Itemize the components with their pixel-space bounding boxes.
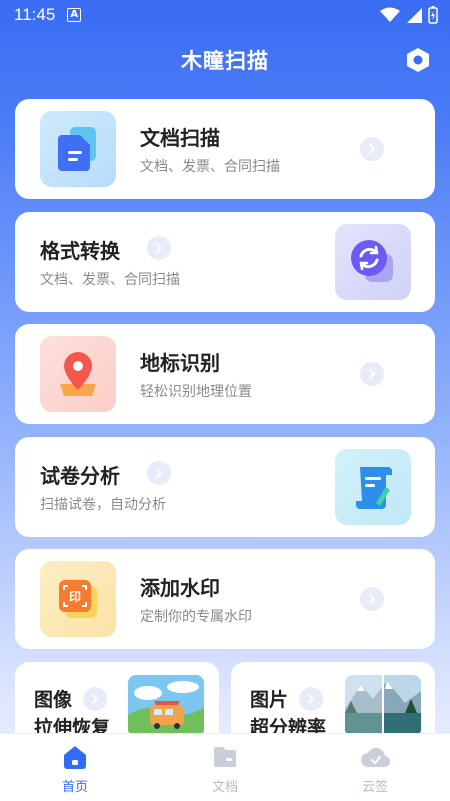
chevron-right-icon[interactable] xyxy=(147,461,171,485)
cloud-icon xyxy=(361,748,390,768)
tab-label: 云签 xyxy=(361,780,388,795)
document-scan-tile xyxy=(40,111,116,187)
tab-home[interactable]: 首页 xyxy=(45,742,105,795)
card-subtitle: 定制你的专属水印 xyxy=(140,609,252,625)
card-title: 地标识别 xyxy=(140,351,220,375)
settings-hexagon-icon[interactable] xyxy=(404,46,432,74)
card-title: 文档扫描 xyxy=(140,126,220,150)
folder-icon xyxy=(214,747,236,767)
status-time: 11:45 xyxy=(14,5,56,24)
document-icon xyxy=(58,127,96,171)
card-title: 试卷分析 xyxy=(40,464,120,488)
status-icons xyxy=(380,6,438,24)
stamp-icon: 印 xyxy=(59,580,97,618)
card-subtitle: 轻松识别地理位置 xyxy=(140,384,252,400)
battery-icon xyxy=(428,6,438,24)
card-exam-analysis[interactable]: 试卷分析 扫描试卷，自动分析 xyxy=(15,437,435,537)
card-title: 添加水印 xyxy=(140,576,220,600)
format-convert-tile xyxy=(335,224,411,300)
card-format-convert[interactable]: 格式转换 文档、发票、合同扫描 xyxy=(15,212,435,312)
location-pin-icon xyxy=(60,352,96,396)
bottom-tab-bar: 首页 文档 云签 xyxy=(0,733,450,801)
convert-icon xyxy=(351,240,393,282)
landmark-tile xyxy=(40,336,116,412)
notification-badge-icon: A xyxy=(67,8,82,22)
card-landmark-recognition[interactable]: 地标识别 轻松识别地理位置 xyxy=(15,324,435,424)
status-bar: 11:45 A xyxy=(0,0,450,30)
card-add-watermark[interactable]: 印 添加水印 定制你的专属水印 xyxy=(15,549,435,649)
tab-cloud-sign[interactable]: 云签 xyxy=(345,742,405,795)
scroll-pen-icon xyxy=(356,467,392,509)
wifi-icon xyxy=(380,7,400,22)
app-header: 木瞳扫描 xyxy=(0,40,450,80)
card-document-scan[interactable]: 文档扫描 文档、发票、合同扫描 xyxy=(15,99,435,199)
signal-icon xyxy=(407,8,422,23)
chevron-right-icon[interactable] xyxy=(147,236,171,260)
svg-text:印: 印 xyxy=(69,590,81,604)
tab-documents[interactable]: 文档 xyxy=(195,742,255,795)
card-subtitle: 扫描试卷，自动分析 xyxy=(40,497,166,513)
app-title: 木瞳扫描 xyxy=(181,49,269,73)
bus-landscape-thumbnail xyxy=(128,675,204,737)
chevron-right-icon[interactable] xyxy=(360,137,384,161)
chevron-right-icon[interactable] xyxy=(360,362,384,386)
card-subtitle: 文档、发票、合同扫描 xyxy=(40,272,180,288)
home-icon xyxy=(64,746,86,769)
exam-tile xyxy=(335,449,411,525)
card-title: 格式转换 xyxy=(40,239,120,263)
chevron-right-icon[interactable] xyxy=(360,587,384,611)
chevron-right-icon[interactable] xyxy=(299,687,323,711)
chevron-right-icon[interactable] xyxy=(83,687,107,711)
card-subtitle: 文档、发票、合同扫描 xyxy=(140,159,280,175)
tab-label: 首页 xyxy=(61,780,88,795)
mountain-lake-thumbnail xyxy=(345,675,421,737)
watermark-tile: 印 xyxy=(40,561,116,637)
tab-label: 文档 xyxy=(211,780,238,795)
